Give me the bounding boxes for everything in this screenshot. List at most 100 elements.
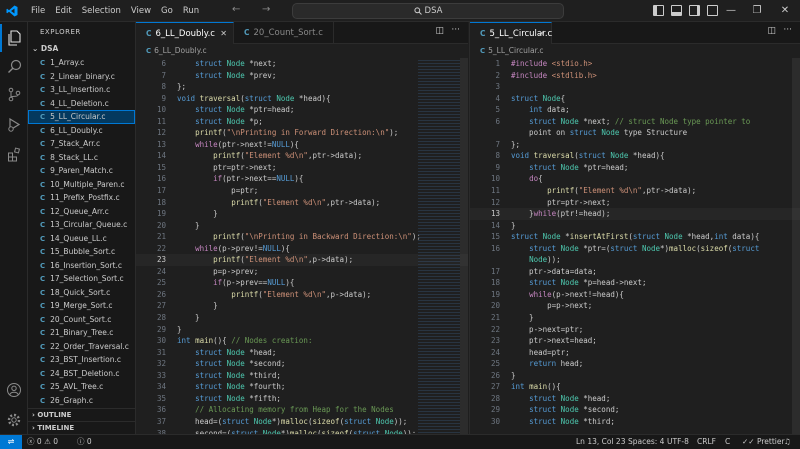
left-minimap[interactable] [418,58,460,434]
tab-6-ll-doubly[interactable]: C 6_LL_Doubly.c ✕ [136,22,234,44]
outline-section[interactable]: › OUTLINE [28,408,135,421]
explorer-file[interactable]: C 24_BST_Deletion.c [28,367,135,381]
toggle-sidebar-icon[interactable] [653,5,664,16]
explorer-file[interactable]: C 19_Merge_Sort.c [28,299,135,313]
explorer-file[interactable]: C 5_LL_Circular.c [28,110,135,124]
explorer-file[interactable]: C 7_Stack_Arr.c [28,137,135,151]
code-line[interactable]: 20 p=p->next; [470,300,800,312]
language-mode[interactable]: C [725,435,730,449]
explorer-file[interactable]: C 23_BST_Insertion.c [28,353,135,367]
explorer-file[interactable]: C 11_Prefix_Postfix.c [28,191,135,205]
explorer-file[interactable]: C 26_Graph.c [28,394,135,408]
code-line[interactable]: 13 }while(ptr!=head); [470,208,800,220]
close-window-icon[interactable]: ✕ [770,0,800,22]
menu-go[interactable]: Go [156,0,178,22]
folder-dsa[interactable]: ⌄ DSA [28,42,135,56]
encoding[interactable]: UTF-8 [667,435,689,449]
code-line[interactable]: 4 struct Node{ [470,93,800,105]
explorer-file[interactable]: C 25_AVL_Tree.c [28,380,135,394]
code-line[interactable]: 28 struct Node *head; [470,393,800,405]
close-tab-icon[interactable]: ✕ [538,23,545,45]
menu-selection[interactable]: Selection [77,0,126,22]
explorer-file[interactable]: C 9_Paren_Match.c [28,164,135,178]
explorer-file[interactable]: C 18_Quick_Sort.c [28,286,135,300]
explorer-file[interactable]: C 4_LL_Deletion.c [28,97,135,111]
remote-icon[interactable]: ⇌ [0,435,22,449]
split-editor-icon[interactable]: ◫ [767,26,776,36]
explorer-file[interactable]: C 13_Circular_Queue.c [28,218,135,232]
right-code-area[interactable]: 1 #include <stdio.h> 2 #include <stdlib.h> 3… [470,58,800,434]
menu-run[interactable]: Run [178,0,204,22]
code-line[interactable]: 11 printf("Element %d\n",ptr->data); [470,185,800,197]
run-debug-icon[interactable] [0,110,28,138]
forward-icon[interactable]: → [262,4,270,15]
left-scrollbar[interactable] [460,58,468,434]
code-line[interactable]: 21 } [470,312,800,324]
back-icon[interactable]: ← [232,4,240,15]
code-line[interactable]: 8 void traversal(struct Node *head){ [470,150,800,162]
restore-icon[interactable]: ❐ [742,0,772,22]
code-line[interactable]: 10 do{ [470,173,800,185]
line-ending[interactable]: CRLF [697,435,716,449]
code-line[interactable]: 17 ptr->data=data; [470,266,800,278]
more-actions-icon[interactable]: ··· [451,25,460,35]
menu-edit[interactable]: Edit [50,0,76,22]
code-line[interactable]: 27 int main(){ [470,381,800,393]
code-line[interactable]: Node)); [470,254,800,266]
explorer-file[interactable]: C 8_Stack_LL.c [28,151,135,165]
menu-view[interactable]: View [126,0,156,22]
right-scrollbar[interactable] [792,58,800,434]
split-editor-icon[interactable]: ◫ [435,26,444,36]
prettier-status[interactable]: ✓✓ Prettier [742,435,785,449]
account-icon[interactable] [0,376,28,404]
code-line[interactable]: 1 #include <stdio.h> [470,58,800,70]
explorer-file[interactable]: C 22_Order_Traversal.c [28,340,135,354]
explorer-file[interactable]: C 16_Insertion_Sort.c [28,259,135,273]
explorer-file[interactable]: C 10_Multiple_Paren.c [28,178,135,192]
code-line[interactable]: 25 return head; [470,358,800,370]
code-line[interactable]: 15 struct Node *insertAtFirst(struct Node… [470,231,800,243]
code-line[interactable]: 22 p->next=ptr; [470,324,800,336]
source-control-icon[interactable] [0,80,28,108]
explorer-file[interactable]: C 1_Array.c [28,56,135,70]
explorer-file[interactable]: C 15_Bubble_Sort.c [28,245,135,259]
indentation[interactable]: Spaces: 4 [628,435,664,449]
toggle-secondary-sidebar-icon[interactable] [689,5,700,16]
breadcrumb-file[interactable]: 6_LL_Doubly.c [154,46,206,55]
menu-file[interactable]: File [26,0,50,22]
code-line[interactable]: 24 head=ptr; [470,347,800,359]
explorer-file[interactable]: C 2_Linear_binary.c [28,70,135,84]
code-line[interactable]: 16 struct Node *ptr=(struct Node*)malloc… [470,243,800,255]
explorer-icon[interactable] [0,24,28,52]
info-indicator[interactable]: ⓘ 0 [77,435,92,449]
code-line[interactable]: 14} [470,220,800,232]
code-line[interactable]: 26} [470,370,800,382]
toggle-panel-icon[interactable] [671,5,682,16]
code-line[interactable]: 2 #include <stdlib.h> [470,70,800,82]
notifications-bell-icon[interactable]: ♫ [784,435,791,449]
tab-5-ll-circular[interactable]: C 5_LL_Circular.c ✕ [470,22,552,44]
code-line[interactable]: 9 struct Node *ptr=head; [470,162,800,174]
code-line[interactable]: 18 struct Node *p=head->next; [470,277,800,289]
explorer-file[interactable]: C 21_Binary_Tree.c [28,326,135,340]
more-actions-icon[interactable]: ··· [783,25,792,35]
code-line[interactable]: 6 struct Node *next; // struct Node type… [470,116,800,128]
close-tab-icon[interactable]: ✕ [220,23,227,45]
explorer-file[interactable]: C 3_LL_Insertion.c [28,83,135,97]
explorer-file[interactable]: C 20_Count_Sort.c [28,313,135,327]
tab-20-count-sort[interactable]: C 20_Count_Sort.c [234,22,334,44]
search-icon[interactable] [0,52,28,80]
code-line[interactable]: 5 int data; [470,104,800,116]
problems-indicator[interactable]: ⓧ 0 ⚠ 0 [27,435,58,449]
code-line[interactable]: 3 [470,81,800,93]
explorer-file[interactable]: C 6_LL_Doubly.c [28,124,135,138]
code-line[interactable]: 23 ptr->next=head; [470,335,800,347]
code-line[interactable]: 30 struct Node *third; [470,416,800,428]
code-line[interactable]: 19 while(p->next!=head){ [470,289,800,301]
code-line[interactable]: point on struct Node type Structure [470,127,800,139]
explorer-file[interactable]: C 17_Selection_Sort.c [28,272,135,286]
code-line[interactable]: 12 ptr=ptr->next; [470,197,800,209]
settings-gear-icon[interactable] [0,406,28,434]
explorer-file[interactable]: C 14_Queue_LL.c [28,232,135,246]
timeline-section[interactable]: › TIMELINE [28,421,135,434]
